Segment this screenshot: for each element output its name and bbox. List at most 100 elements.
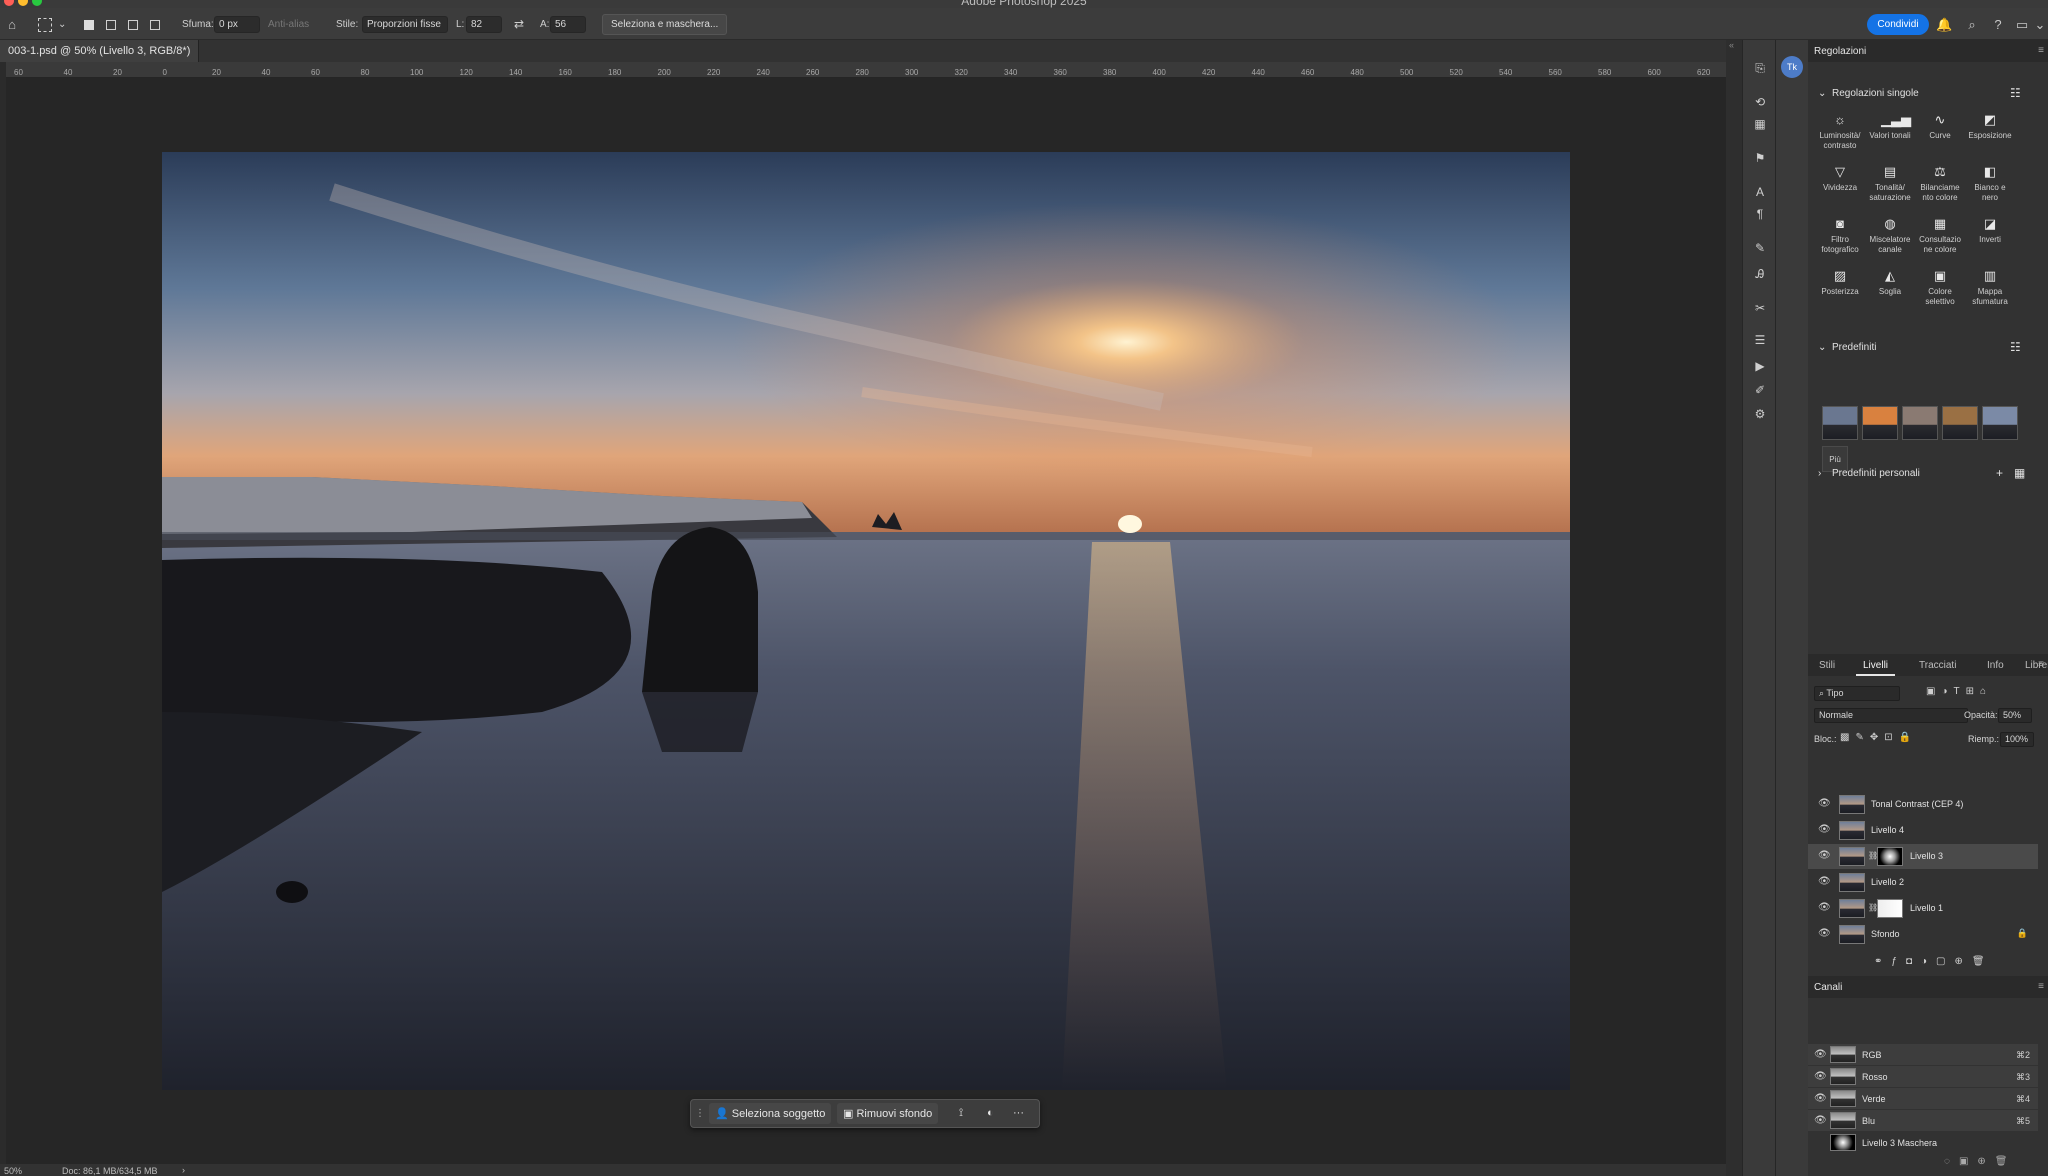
adjustment-invert[interactable]: ◪ Inverti [1966, 216, 2014, 268]
single-adjustments-chevron-icon[interactable]: ⌄ [1818, 88, 1826, 99]
adjustment-hue[interactable]: ▤ Tonalità/ saturazione [1866, 164, 1914, 216]
swap-dimensions-icon[interactable]: ⇄ [514, 17, 524, 31]
zoom-level[interactable]: 50% [4, 1166, 22, 1176]
share-button[interactable]: Condividi [1867, 14, 1929, 35]
channel-row[interactable]: 👁 Verde ⌘4 [1808, 1088, 2038, 1109]
channel-row[interactable]: 👁 RGB ⌘2 [1808, 1044, 2038, 1065]
visibility-eye-icon[interactable]: 👁 [1814, 1094, 1827, 1104]
layer-row[interactable]: 👁 Tonal Contrast (CEP 4) [1808, 792, 2038, 817]
document-info[interactable]: Doc: 86,1 MB/634,5 MB [62, 1166, 158, 1176]
character-icon[interactable]: A [1752, 184, 1768, 200]
home-icon[interactable]: ⌂ [4, 17, 20, 33]
tab-tracciati[interactable]: Tracciati [1912, 654, 1963, 676]
preset-thumbnail[interactable] [1822, 406, 1858, 440]
feather-input[interactable]: 0 px [214, 16, 260, 33]
add-preset-icon[interactable]: + [1996, 466, 2003, 480]
layer-row[interactable]: 👁 ⛓ Livello 1 [1808, 896, 2038, 921]
grid-icon[interactable]: ▦ [1752, 116, 1768, 132]
glyph-icon[interactable]: Ꭿ [1752, 266, 1768, 282]
clone-source-icon[interactable]: ⚑ [1752, 150, 1768, 166]
visibility-eye-icon[interactable]: 👁 [1818, 877, 1831, 887]
collapse-icon[interactable]: « [1729, 40, 1734, 50]
layer-row[interactable]: 👁 ⛓ Livello 3 [1808, 844, 2038, 869]
width-input[interactable]: 82 [466, 16, 502, 33]
fill-input[interactable]: 100% [2000, 732, 2034, 747]
search-icon[interactable]: ⌕ [1964, 17, 1980, 33]
adjustment-gradient-map[interactable]: ▥ Mappa sfumatura [1966, 268, 2014, 320]
document-tab[interactable]: 003-1.psd @ 50% (Livello 3, RGB/8*) [0, 40, 200, 62]
adjustment-photo-filter[interactable]: ◙ Filtro fotografico [1816, 216, 1864, 268]
brush-icon[interactable]: ✐ [1752, 382, 1768, 398]
opacity-input[interactable]: 50% [1998, 708, 2032, 723]
adjustments-panel-title[interactable]: Regolazioni [1814, 46, 1866, 57]
channel-actions-icons[interactable]: ◌▣⊕🗑 [1944, 1156, 2016, 1167]
channels-panel-title[interactable]: Canali [1814, 982, 1842, 993]
visibility-eye-icon[interactable]: 👁 [1814, 1050, 1827, 1060]
document-image[interactable] [162, 152, 1570, 1090]
visibility-eye-icon[interactable]: 👁 [1818, 825, 1831, 835]
adjustment-exposure[interactable]: ◩ Esposizione [1966, 112, 2014, 164]
visibility-eye-icon[interactable]: 👁 [1818, 851, 1831, 861]
status-chevron-icon[interactable]: › [182, 1165, 185, 1175]
tools-icon[interactable]: ✂ [1752, 300, 1768, 316]
preset-thumbnail[interactable] [1942, 406, 1978, 440]
adjustment-threshold[interactable]: ◭ Soglia [1866, 268, 1914, 320]
add-selection-icon[interactable] [106, 20, 116, 30]
style-select[interactable]: Proporzioni fisse [362, 16, 448, 33]
intersect-selection-icon[interactable] [150, 20, 160, 30]
adjustment-channel-mixer[interactable]: ◍ Miscelatore canale [1866, 216, 1914, 268]
preset-thumbnail[interactable] [1982, 406, 2018, 440]
brush-settings-icon[interactable]: ✎ [1752, 240, 1768, 256]
adjustment-bw[interactable]: ◧ Bianco e nero [1966, 164, 2014, 216]
adjustment-curves[interactable]: ∿ Curve [1916, 112, 1964, 164]
antialias-checkbox[interactable]: Anti-alias [268, 19, 309, 30]
layer-row[interactable]: 👁 Livello 2 [1808, 870, 2038, 895]
tab-stili[interactable]: Stili [1812, 654, 1842, 676]
layer-filter-icons[interactable]: ▣◑T⊞⌂ [1926, 686, 1992, 697]
history-icon[interactable]: ⎘ [1752, 60, 1768, 76]
panel-menu-icon[interactable]: ≡ [2038, 45, 2044, 56]
personal-presets-chevron-icon[interactable]: › [1818, 468, 1821, 479]
preset-thumbnail[interactable] [1902, 406, 1938, 440]
adjustment-circle-icon[interactable]: ◐ [981, 1103, 1000, 1124]
adjustment-vibrance[interactable]: ▽ Vividezza [1816, 164, 1864, 216]
height-input[interactable]: 56 [550, 16, 586, 33]
adjustment-balance[interactable]: ⚖ Bilanciame nto colore [1916, 164, 1964, 216]
layer-mask-thumbnail[interactable] [1877, 899, 1903, 918]
layer-actions-icons[interactable]: ⚭ƒ◘◑▢⊕🗑 [1874, 956, 1994, 967]
marquee-tool-icon[interactable] [38, 18, 52, 32]
grid-view-icon[interactable]: ▦ [2014, 466, 2025, 480]
3d-icon[interactable]: ⟲ [1752, 94, 1768, 110]
visibility-eye-icon[interactable]: 👁 [1818, 799, 1831, 809]
list-view-icon[interactable]: ☷ [2010, 86, 2021, 100]
properties-icon[interactable]: ☰ [1752, 332, 1768, 348]
layer-filter-select[interactable]: ⌕ Tipo [1814, 686, 1900, 701]
visibility-eye-icon[interactable]: 👁 [1818, 929, 1831, 939]
adjustment-levels[interactable]: ▁▃▅ Valori tonali [1866, 112, 1914, 164]
select-subject-button[interactable]: 👤 Seleziona soggetto [709, 1103, 832, 1124]
channel-row[interactable]: 👁 Rosso ⌘3 [1808, 1066, 2038, 1087]
visibility-eye-icon[interactable] [1814, 1138, 1826, 1148]
lock-icons[interactable]: ▩✎✥⊡🔒 [1840, 732, 1917, 743]
workspace-chevron-icon[interactable]: ⌄ [2032, 17, 2048, 33]
adjustment-sun[interactable]: ☼ Luminosità/ contrasto [1816, 112, 1864, 164]
blend-mode-select[interactable]: Normale [1814, 708, 1968, 723]
channel-row[interactable]: Livello 3 Maschera [1808, 1132, 2038, 1153]
presets-chevron-icon[interactable]: ⌄ [1818, 342, 1826, 353]
visibility-eye-icon[interactable]: 👁 [1814, 1072, 1827, 1082]
adjustment-color-lookup[interactable]: ▦ Consultazio ne colore [1916, 216, 1964, 268]
subtract-selection-icon[interactable] [128, 20, 138, 30]
tab-livelli[interactable]: Livelli [1856, 654, 1896, 676]
channels-panel-menu-icon[interactable]: ≡ [2038, 981, 2044, 992]
preset-thumbnail[interactable] [1862, 406, 1898, 440]
visibility-eye-icon[interactable]: 👁 [1818, 903, 1831, 913]
actions-play-icon[interactable]: ▶ [1752, 358, 1768, 374]
tool-preset-chevron-icon[interactable]: ⌄ [58, 19, 66, 30]
paragraph-icon[interactable]: ¶ [1752, 206, 1768, 222]
adjustment-selective-color[interactable]: ▣ Colore selettivo [1916, 268, 1964, 320]
adjust-sliders-icon[interactable]: ⚙ [1752, 406, 1768, 422]
layer-row[interactable]: 👁 Sfondo 🔒 [1808, 922, 2038, 947]
adjustment-posterize[interactable]: ▨ Posterizza [1816, 268, 1864, 320]
plugin-tk-icon[interactable]: Tk [1781, 56, 1803, 78]
layers-panel-menu-icon[interactable]: ≡ [2038, 659, 2044, 670]
